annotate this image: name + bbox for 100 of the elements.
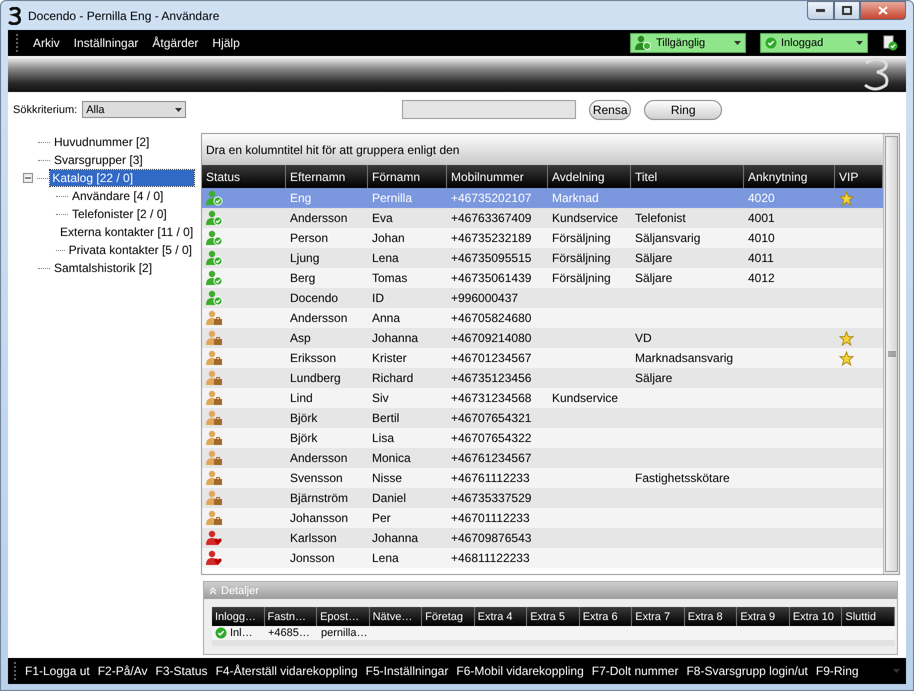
criterion-dropdown[interactable]: Alla [82,101,186,118]
function-key[interactable]: F9-Ring [816,664,859,678]
table-cell: +46735202107 [451,191,532,205]
table-cell: +46701112233 [451,511,530,525]
table-cell: Fastighetsskötare [635,471,730,485]
table-cell: Johan [372,231,405,245]
tree-item[interactable]: Samtalshistorik [2] [52,260,154,276]
column-header[interactable]: Extra 6 [580,607,632,626]
function-key[interactable]: F1-Logga ut [25,664,90,678]
function-key[interactable]: F5-Inställningar [366,664,448,678]
table-cell: Anna [372,311,400,325]
table-cell: Lundberg [290,371,341,385]
table-cell: Nisse [372,471,402,485]
table-row[interactable]: Ljung Lena +46735095515 Försäljning Säljare 4011 [202,248,883,268]
grip-icon [888,351,896,357]
tree-item[interactable]: Privata kontakter [5 / 0] [66,242,194,258]
function-key[interactable]: F3-Status [156,664,208,678]
document-check-icon[interactable] [882,35,898,51]
function-key[interactable]: F8-Svarsgrupp login/ut [686,664,808,678]
table-cell: Eriksson [290,351,336,365]
table-cell: Försäljning [552,271,611,285]
presence-dropdown[interactable]: Tillgänglig [630,33,746,53]
table-row[interactable]: Johansson Per +46701112233 [202,508,883,528]
table-row[interactable]: Lundberg Richard +46735123456 Säljare [202,368,883,388]
function-key[interactable]: F7-Dolt nummer [592,664,678,678]
tree-item[interactable]: Telefonister [2 / 0] [70,206,169,222]
table-cell: Svensson [290,471,343,485]
table-row[interactable]: Berg Tomas +46735061439 Försäljning Säljare 4012 [202,268,883,288]
table-row[interactable]: Bjärnström Daniel +46735337529 [202,488,883,508]
table-row[interactable]: Jonsson Lena +46811122233 [202,548,883,568]
column-header[interactable]: Fastn… [264,607,318,626]
table-cell: Inl… [230,627,253,639]
column-header[interactable]: Extra 5 [527,607,580,626]
table-cell: Säljare [635,271,672,285]
table-cell: +46735123456 [451,371,532,385]
table-cell: 4011 [748,251,774,265]
table-row[interactable]: Andersson Monica +46761234567 [202,448,883,468]
table-cell: Berg [290,271,316,285]
check-icon [765,37,777,49]
table-row[interactable]: Karlsson Johanna +46709876543 [202,528,883,548]
table-cell: Försäljning [552,251,611,265]
column-header[interactable]: Inlogg… [212,607,265,626]
column-header[interactable]: Sluttid [842,607,895,626]
column-header[interactable]: Extra 4 [474,607,528,626]
table-cell: Eva [372,211,393,225]
tree-item[interactable]: Användare [4 / 0] [70,188,166,204]
table-cell: Jonsson [290,551,335,565]
clear-button[interactable]: Rensa [589,100,632,120]
column-header[interactable]: Extra 9 [737,607,790,626]
table-row[interactable]: Andersson Anna +46705824680 [202,308,883,328]
table-row[interactable]: Björk Bertil +46707654321 [202,408,883,428]
function-key[interactable]: F2-På/Av [98,664,148,678]
tree-item[interactable]: Huvudnummer [2] [52,134,152,150]
minimize-button[interactable] [807,1,834,20]
search-field[interactable] [402,100,576,119]
collapse-toggle-icon[interactable] [23,173,33,183]
table-row[interactable]: Asp Johanna +46709214080 VD [202,328,883,348]
table-cell: Andersson [290,211,348,225]
table-row[interactable]: Björk Lisa +46707654322 [202,428,883,448]
table-cell: 4010 [748,231,775,245]
caret-icon [734,41,741,45]
table-row[interactable]: Docendo ID +996000437 [202,288,883,308]
scrollbar[interactable] [883,134,899,574]
column-header[interactable]: Extra 7 [632,607,685,626]
table-row[interactable]: Andersson Eva +46763367409 Kundservice Telefonist 4001 [202,208,883,228]
tree-item[interactable]: Katalog [22 / 0] [50,170,194,186]
table-cell: Ljung [290,251,320,265]
table-cell: Asp [290,331,311,345]
menu-item[interactable]: Åtgärder [152,36,198,50]
menu-item[interactable]: Hjälp [212,36,240,50]
column-header[interactable]: Epost… [317,607,370,626]
table-cell: Johansson [290,511,348,525]
table-row[interactable]: Eriksson Krister +46701234567 Marknadsansvarig [202,348,883,368]
column-header[interactable]: Extra 8 [684,607,738,626]
column-header[interactable]: Extra 10 [790,607,842,626]
table-cell: pernilla… [321,627,368,639]
table-row[interactable]: Lind Siv +46731234568 Kundservice [202,388,883,408]
table-cell: VD [635,331,652,345]
table-cell: +46763367409 [451,211,532,225]
call-button[interactable]: Ring [644,100,722,120]
login-dropdown[interactable]: Inloggad [760,33,868,53]
table-row[interactable]: Person Johan +46735232189 Försäljning Säljansvarig 4010 [202,228,883,248]
table-cell: +46735061439 [451,271,532,285]
column-header[interactable]: Nätve… [370,607,422,626]
close-button[interactable] [860,1,906,20]
table-cell: Monica [372,451,411,465]
column-header[interactable]: Företag [422,607,475,626]
tree-item[interactable]: Externa kontakter [11 / 0] [58,224,196,240]
function-key[interactable]: F4-Återställ vidarekoppling [216,664,358,678]
function-key[interactable]: F6-Mobil vidarekoppling [456,664,584,678]
tree-item[interactable]: Svarsgrupper [3] [52,152,145,168]
menu-item[interactable]: Arkiv [33,36,60,50]
table-row[interactable]: Svensson Nisse +46761112233 Fastighetsskötare [202,468,883,488]
table-cell: +996000437 [451,291,518,305]
table-cell: +46811122233 [451,551,530,565]
table-cell: Krister [372,351,407,365]
maximize-button[interactable] [834,1,860,20]
menu-item[interactable]: Inställningar [74,36,138,50]
table-cell: Kundservice [552,211,618,225]
table-cell: +46709876543 [451,531,532,545]
